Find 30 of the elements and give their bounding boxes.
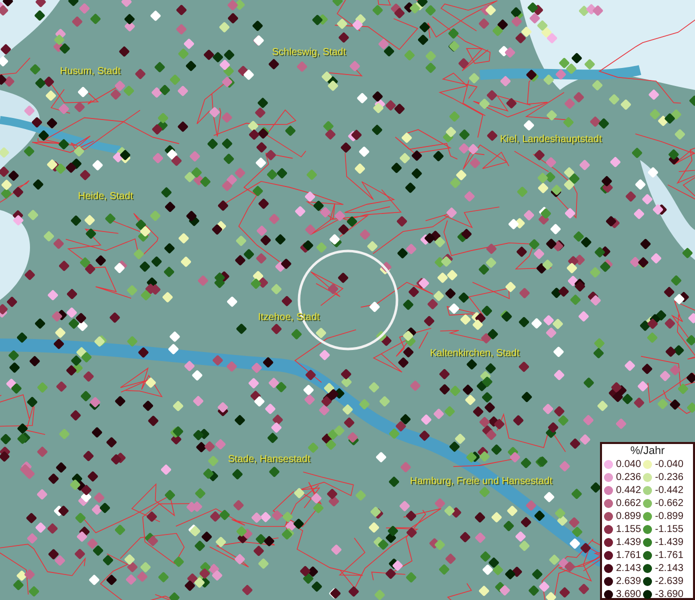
place-label: Kaltenkirchen, Stadt [430, 348, 520, 359]
legend-label: 3.690 [616, 589, 642, 600]
legend-label: -1.439 [655, 537, 684, 548]
legend-label: 1.155 [616, 524, 642, 535]
legend-label: -2.639 [655, 576, 684, 587]
legend-label: 0.442 [616, 485, 642, 496]
legend-label: -1.761 [655, 550, 684, 561]
place-label: Schleswig, Stadt [272, 47, 346, 58]
legend-label: 0.040 [616, 459, 642, 470]
legend-label: 0.236 [616, 472, 642, 483]
legend-label: -0.442 [655, 485, 684, 496]
place-label: Stade, Hansestadt [228, 454, 310, 465]
legend-label: 1.439 [616, 537, 642, 548]
legend-label: -1.155 [655, 524, 684, 535]
legend-label: -0.236 [655, 472, 684, 483]
place-label: Kiel, Landeshauptstadt [500, 134, 602, 145]
legend-label: -0.040 [655, 459, 684, 470]
legend-label: -0.662 [655, 498, 684, 509]
place-label: Husum, Stadt [60, 66, 121, 77]
legend-label: -0.899 [655, 511, 684, 522]
legend-label: 2.639 [616, 576, 642, 587]
legend-label: 0.899 [616, 511, 642, 522]
legend-label: 1.761 [616, 550, 642, 561]
place-label: Heide, Stadt [78, 191, 134, 202]
legend-label: -2.143 [655, 563, 684, 574]
legend-label: 0.662 [616, 498, 642, 509]
legend-label: 2.143 [616, 563, 642, 574]
legend-title: %/Jahr [629, 445, 666, 458]
place-label: Hamburg, Freie und Hansestadt [410, 476, 552, 487]
legend-label: -3.690 [655, 589, 684, 600]
